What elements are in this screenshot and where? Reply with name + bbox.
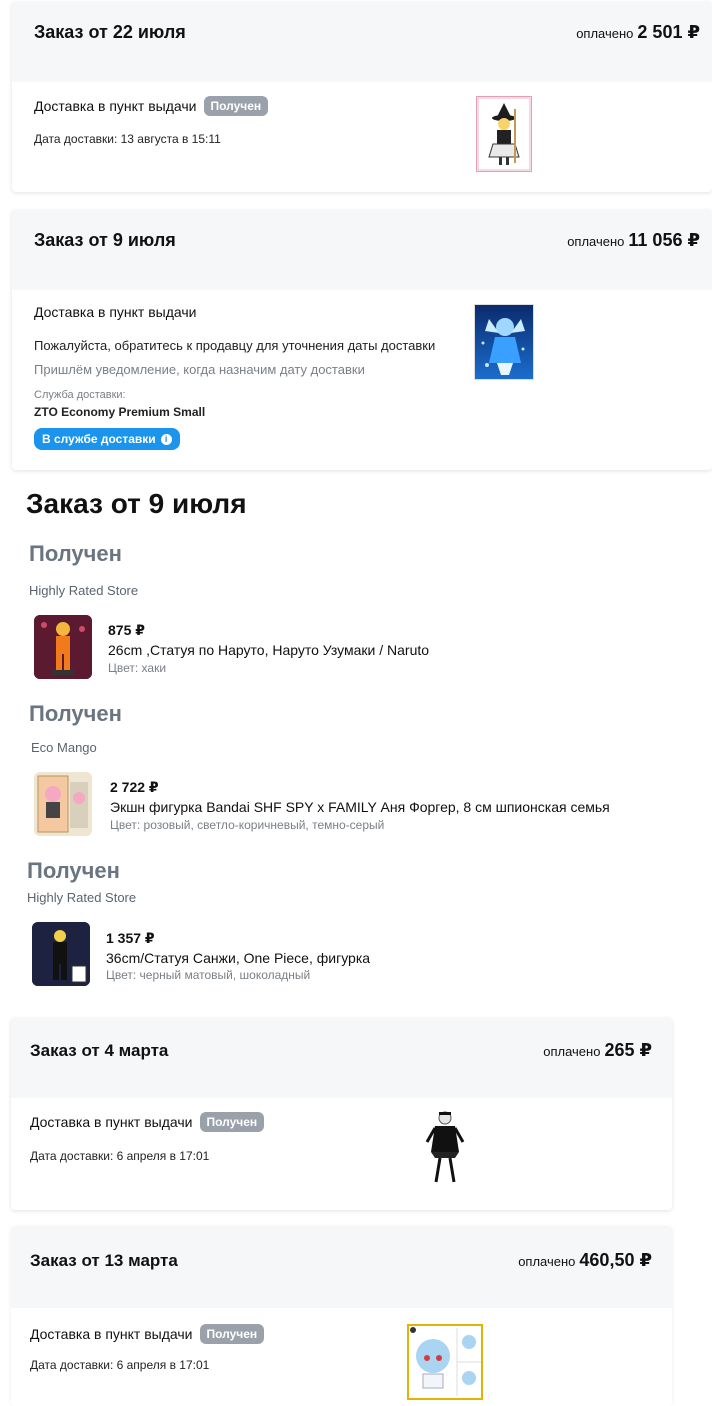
paid-label: оплачено — [518, 1254, 576, 1269]
order-card[interactable]: Заказ от 13 марта оплачено 460,50 ₽ Доста… — [11, 1228, 672, 1406]
delivery-label: Доставка в пункт выдачи — [30, 1114, 193, 1130]
order-detail-title: Заказ от 9 июля — [26, 488, 247, 519]
order-title: Заказ от 13 марта — [30, 1251, 178, 1270]
android-figure-image — [425, 1111, 465, 1183]
status-badge: Получен — [199, 1112, 265, 1132]
order-card[interactable]: Заказ от 9 июля оплачено 11 056 ₽ Доставк… — [12, 210, 712, 470]
paid-label: оплачено — [567, 234, 625, 249]
order-paid: оплачено 2 501 ₽ — [576, 22, 700, 43]
product-color: Цвет: розовый, светло-коричневый, темно-… — [110, 818, 385, 832]
product-name[interactable]: Экшн фигурка Bandai SHF SPY x FAMILY Аня… — [110, 799, 610, 815]
order-card-body: Доставка в пункт выдачи Получен Дата дос… — [11, 1308, 672, 1406]
product-color: Цвет: черный матовый, шоколадный — [106, 968, 311, 982]
delivery-date: Дата доставки: 13 августа в 15:11 — [34, 132, 221, 146]
product-thumbnail[interactable] — [423, 1108, 467, 1188]
delivery-type: Доставка в пункт выдачи Получен — [34, 96, 269, 116]
order-paid: оплачено 11 056 ₽ — [567, 230, 700, 251]
paid-amount: 11 056 ₽ — [628, 230, 700, 250]
service-name: ZTO Economy Premium Small — [34, 405, 206, 419]
product-image[interactable] — [34, 772, 92, 836]
product-color: Цвет: хаки — [108, 661, 167, 675]
store-name[interactable]: Eco Mango — [31, 740, 97, 755]
naruto-figure-image — [34, 615, 92, 679]
info-icon[interactable]: i — [160, 433, 172, 445]
order-card-header: Заказ от 13 марта оплачено 460,50 ₽ — [11, 1228, 672, 1308]
badge-label: В службе доставки — [42, 432, 156, 446]
order-card-header: Заказ от 4 марта оплачено 265 ₽ — [11, 1018, 672, 1098]
product-price: 1 357 ₽ — [106, 930, 155, 946]
paid-amount: 2 501 ₽ — [637, 22, 700, 42]
service-label: Служба доставки: — [34, 389, 126, 401]
paid-amount: 460,50 ₽ — [579, 1250, 652, 1270]
store-name[interactable]: Highly Rated Store — [27, 890, 136, 905]
order-card[interactable]: Заказ от 4 марта оплачено 265 ₽ Доставка … — [11, 1018, 672, 1210]
product-image[interactable] — [34, 615, 92, 679]
order-paid: оплачено 265 ₽ — [543, 1040, 652, 1061]
notify-note: Пришлём уведомление, когда назначим дату… — [34, 362, 365, 377]
product-name[interactable]: 36cm/Статуя Санжи, One Piece, фигурка — [106, 950, 370, 966]
status-badge: Получен — [199, 1324, 265, 1344]
product-image[interactable] — [32, 922, 90, 986]
delivery-service-badge[interactable]: В службе доставки i — [34, 428, 180, 450]
order-card-body: Доставка в пункт выдачи Пожалуйста, обра… — [12, 290, 712, 470]
order-card[interactable]: Заказ от 22 июля оплачено 2 501 ₽ Доставк… — [12, 2, 712, 192]
delivery-date: Дата доставки: 6 апреля в 17:01 — [30, 1149, 210, 1163]
sanji-figure-image — [32, 922, 90, 986]
paid-amount: 265 ₽ — [604, 1040, 652, 1060]
delivery-label: Доставка в пункт выдачи — [30, 1326, 193, 1342]
order-card-body: Доставка в пункт выдачи Получен Дата дос… — [12, 82, 712, 192]
order-title: Заказ от 22 июля — [34, 22, 186, 42]
product-thumbnail[interactable] — [474, 304, 534, 380]
delivery-type: Доставка в пункт выдачи Получен — [30, 1112, 265, 1132]
product-thumbnail[interactable] — [476, 96, 532, 172]
delivery-type: Доставка в пункт выдачи — [34, 304, 197, 320]
witch-figure-image — [477, 97, 531, 171]
delivery-label: Доставка в пункт выдачи — [34, 304, 197, 320]
anya-figure-image — [34, 772, 92, 836]
paid-label: оплачено — [543, 1044, 601, 1059]
order-card-body: Доставка в пункт выдачи Получен Дата дос… — [11, 1098, 672, 1210]
paid-label: оплачено — [576, 26, 634, 41]
order-title: Заказ от 4 марта — [30, 1041, 169, 1060]
delivery-date: Дата доставки: 6 апреля в 17:01 — [30, 1358, 210, 1372]
ice-fairy-figure-image — [475, 305, 533, 379]
group-status: Получен — [29, 541, 122, 566]
order-card-header: Заказ от 22 июля оплачено 2 501 ₽ — [12, 2, 712, 82]
contact-seller-note: Пожалуйста, обратитесь к продавцу для ут… — [34, 338, 436, 353]
order-paid: оплачено 460,50 ₽ — [518, 1250, 652, 1271]
product-price: 2 722 ₽ — [110, 779, 159, 795]
delivery-label: Доставка в пункт выдачи — [34, 98, 197, 114]
delivery-type: Доставка в пункт выдачи Получен — [30, 1324, 265, 1344]
order-card-header: Заказ от 9 июля оплачено 11 056 ₽ — [12, 210, 712, 290]
product-name[interactable]: 26cm ,Статуя по Наруто, Наруто Узумаки /… — [108, 642, 429, 658]
product-price: 875 ₽ — [108, 622, 145, 638]
group-status: Получен — [27, 858, 120, 883]
store-name[interactable]: Highly Rated Store — [29, 583, 138, 598]
status-badge: Получен — [203, 96, 269, 116]
rei-figure-image — [410, 1327, 481, 1396]
group-status: Получен — [29, 701, 122, 726]
order-title: Заказ от 9 июля — [34, 230, 176, 250]
product-thumbnail[interactable] — [407, 1324, 483, 1400]
